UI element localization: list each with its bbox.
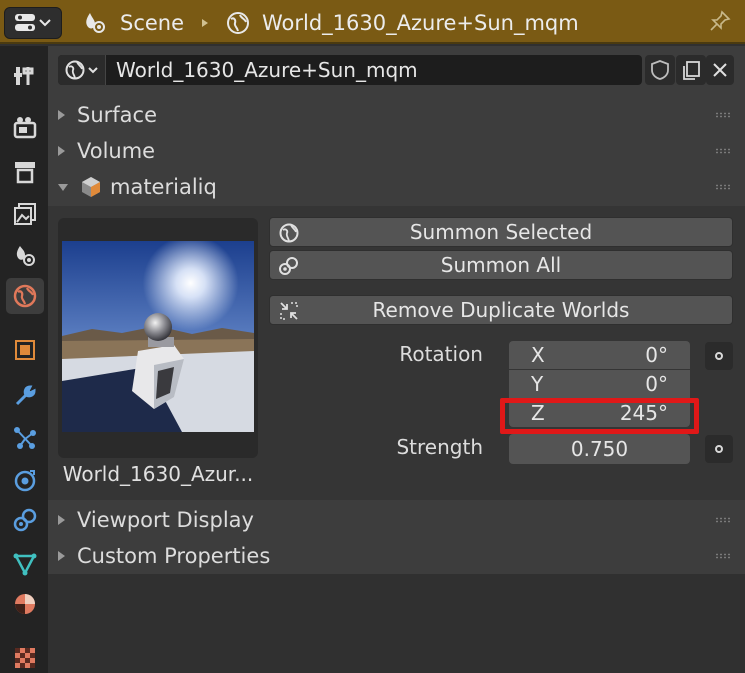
world-icon [65,60,98,80]
chevron-right-icon [58,146,65,156]
world-label: World_1630_Azure+Sun_mqm [262,11,579,35]
chevron-right-icon [58,551,65,561]
tab-output[interactable] [6,154,44,190]
strength-keyframe-button[interactable] [705,435,733,463]
panel-surface-label: Surface [77,103,158,127]
render-icon [13,117,37,139]
panel-volume[interactable]: Volume [58,137,155,165]
world-icon [13,284,37,308]
properties-editor-icon [15,14,51,31]
fake-user-button[interactable] [645,55,675,85]
world-name-field[interactable]: World_1630_Azure+Sun_mqm [106,58,418,82]
summon-selected-button[interactable]: Summon Selected [269,217,733,247]
object-icon [15,340,35,360]
remove-duplicate-worlds-button[interactable]: Remove Duplicate Worlds [269,295,733,325]
breadcrumb-scene: Scene [82,8,184,38]
tab-physics[interactable] [6,462,44,498]
keyframe-dot-icon [715,445,723,453]
summon-all-label: Summon All [440,253,562,277]
annotation-highlight-box [500,398,699,434]
wrench-icon [15,385,36,406]
panel-surface[interactable]: Surface [58,101,157,129]
view-layer-icon [14,203,36,225]
scene-icon [16,246,35,266]
tab-render[interactable] [6,110,44,146]
rotation-label: Rotation [399,342,483,366]
summon-selected-label: Summon Selected [409,220,593,244]
chevron-down-icon [58,183,68,191]
material-icon [15,594,35,614]
scene-label: Scene [120,11,185,35]
merge-arrows-icon [280,302,298,320]
tab-particles[interactable] [6,420,44,456]
tab-texture[interactable] [6,640,44,673]
duplicate-icon [683,61,700,80]
drag-handle-icon[interactable] [715,148,731,154]
world-preview-image[interactable] [62,241,254,432]
rotation-y-value: 0° [645,372,668,396]
tab-data[interactable] [6,546,44,582]
tab-constraints[interactable] [6,502,44,538]
rotation-x-field[interactable]: X 0° [509,341,690,369]
world-icon [227,12,249,34]
tab-modifiers[interactable] [6,378,44,414]
tab-tool[interactable] [6,58,44,94]
particles-icon [14,427,36,449]
output-icon [15,162,35,184]
scene-icon [86,13,105,33]
link-icon [279,257,298,275]
drag-handle-icon[interactable] [715,517,731,523]
world-datablock-selector[interactable]: World_1630_Azure+Sun_mqm [58,55,642,85]
tool-icon [14,67,34,85]
strength-value: 0.750 [570,437,629,461]
pin-icon [710,10,731,31]
physics-icon [14,470,36,492]
panel-materialiq-label: materialiq [110,175,217,199]
shield-icon [651,60,669,80]
tab-material[interactable] [6,586,44,622]
breadcrumb-world: World_1630_Azure+Sun_mqm [226,8,579,38]
keyframe-dot-icon [715,352,723,360]
properties-header: Scene World_1630_Azure+Sun_mqm [0,0,745,44]
panel-volume-label: Volume [77,139,156,163]
rotation-y-axis-label: Y [531,372,544,396]
chevron-right-icon [58,515,65,525]
tab-scene[interactable] [6,238,44,274]
pin-button[interactable] [709,10,731,37]
strength-label: Strength [396,435,483,459]
constraints-icon [13,508,37,532]
tab-world[interactable] [6,278,44,314]
strength-field[interactable]: 0.750 [509,434,690,464]
world-browse-button[interactable] [58,55,106,85]
texture-icon [15,648,35,668]
drag-handle-icon[interactable] [715,112,731,118]
empty-area [48,574,745,673]
world-icon [279,223,299,243]
summon-all-button[interactable]: Summon All [269,250,733,280]
close-icon [713,63,727,77]
panel-custom-properties[interactable]: Custom Properties [58,542,270,570]
world-preview-label: World_1630_Azur... [62,462,254,486]
drag-handle-icon[interactable] [715,553,731,559]
rotation-y-field[interactable]: Y 0° [509,370,690,398]
rotation-keyframe-button[interactable] [705,342,733,370]
editor-type-dropdown[interactable] [4,7,62,39]
panel-viewport-display[interactable]: Viewport Display [58,506,254,534]
panel-viewport-display-label: Viewport Display [77,508,254,532]
mesh-data-icon [13,553,37,576]
rotation-x-value: 0° [645,343,668,367]
breadcrumb-arrow-icon [202,19,208,27]
panel-materialiq[interactable]: materialiq [58,173,217,201]
panel-custom-properties-label: Custom Properties [77,544,271,568]
rotation-x-axis-label: X [531,343,545,367]
duplicate-button[interactable] [676,55,706,85]
tab-view-layer[interactable] [6,196,44,232]
properties-tabs [0,46,48,673]
materialiq-logo-icon [82,177,100,197]
unlink-button[interactable] [706,55,734,85]
remove-duplicate-worlds-label: Remove Duplicate Worlds [372,298,630,322]
drag-handle-icon[interactable] [715,184,731,190]
tab-object[interactable] [6,332,44,368]
chevron-right-icon [58,110,65,120]
